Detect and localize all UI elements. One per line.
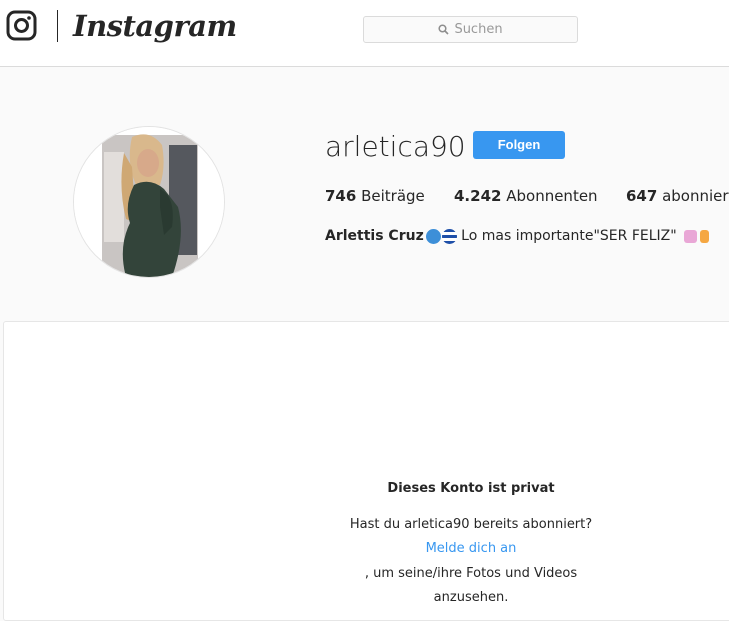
search-placeholder-wrap: Suchen	[364, 17, 577, 42]
instagram-camera-icon[interactable]	[6, 10, 37, 41]
profile-avatar[interactable]	[73, 126, 225, 278]
top-navigation-bar: Instagram Suchen	[0, 0, 729, 67]
pregnant-woman-emoji-icon	[700, 229, 710, 243]
profile-bio: Arlettis Cruz Lo mas importante"SER FELI…	[325, 226, 710, 246]
stat-posts-label: Beiträge	[361, 187, 425, 205]
woman-emoji-icon	[684, 229, 698, 243]
login-link-row: Melde dich an	[0, 540, 729, 558]
stat-following[interactable]: 647 abonniert	[626, 186, 729, 206]
private-explanation-2: anzusehen.	[433, 590, 509, 605]
stat-following-count: 647	[626, 187, 658, 205]
cuba-flag-icon	[441, 228, 457, 244]
private-question: Hast du arletica90 bereits abonniert?	[349, 517, 593, 532]
stat-followers-label: Abonnenten	[506, 187, 598, 205]
search-input[interactable]: Suchen	[363, 16, 578, 43]
login-link[interactable]: Melde dich an	[426, 541, 517, 556]
header-divider	[57, 10, 58, 42]
bio-text: Lo mas importante"SER FELIZ"	[456, 228, 682, 244]
follow-button[interactable]: Folgen	[473, 131, 565, 159]
stat-followers-count: 4.242	[454, 187, 502, 205]
search-placeholder: Suchen	[454, 22, 503, 37]
stat-posts-count: 746	[325, 187, 357, 205]
avatar-photo	[74, 127, 224, 277]
stat-following-label: abonniert	[662, 187, 729, 205]
stat-posts: 746 Beiträge	[325, 186, 425, 206]
private-explanation-1: , um seine/ihre Fotos und Videos	[364, 566, 578, 581]
stat-followers[interactable]: 4.242 Abonnenten	[454, 186, 598, 206]
search-icon	[438, 24, 450, 35]
profile-username: arletica90	[325, 130, 466, 163]
bio-full-name: Arlettis Cruz	[325, 228, 424, 244]
instagram-wordmark-logo[interactable]: Instagram	[73, 8, 237, 44]
private-account-title: Dieses Konto ist privat	[387, 481, 555, 496]
globe-flag-icon	[425, 228, 441, 244]
